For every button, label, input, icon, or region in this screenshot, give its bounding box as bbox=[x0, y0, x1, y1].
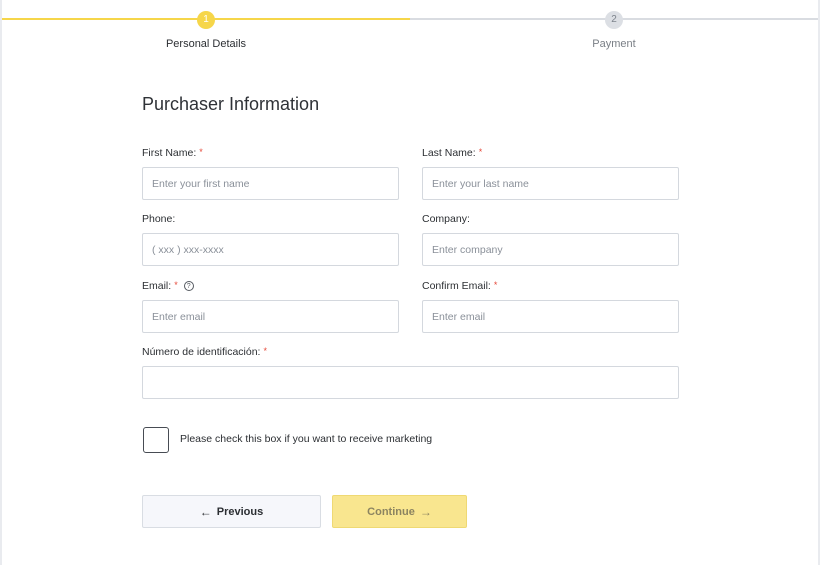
first-name-label-text: First Name: bbox=[142, 147, 197, 159]
arrow-left-icon: ← bbox=[199, 504, 212, 519]
confirm-email-label-text: Confirm Email: bbox=[422, 280, 491, 292]
required-mark: * bbox=[199, 147, 203, 157]
confirm-email-label: Confirm Email: * bbox=[422, 280, 497, 292]
required-mark: * bbox=[493, 280, 498, 290]
marketing-checkbox-label[interactable]: Please check this box if you want to rec… bbox=[180, 433, 432, 445]
required-mark: * bbox=[174, 280, 178, 290]
id-number-input[interactable] bbox=[142, 366, 679, 399]
confirm-email-input[interactable] bbox=[422, 300, 679, 333]
first-name-label: First Name: * bbox=[142, 147, 203, 159]
form-title: Purchaser Information bbox=[142, 94, 320, 114]
arrow-right-icon: → bbox=[419, 504, 432, 519]
email-label: Email: *? bbox=[142, 280, 194, 292]
last-name-input[interactable] bbox=[422, 167, 679, 200]
continue-button-label: Continue bbox=[367, 505, 415, 518]
last-name-label-text: Last Name: bbox=[422, 147, 476, 159]
last-name-label: Last Name: * bbox=[422, 147, 482, 159]
step-1-label[interactable]: Personal Details bbox=[136, 38, 276, 50]
required-mark: * bbox=[478, 147, 483, 157]
phone-label: Phone: bbox=[142, 213, 175, 225]
step-1-indicator[interactable]: 1 bbox=[197, 11, 215, 29]
email-input[interactable] bbox=[142, 300, 399, 333]
marketing-checkbox[interactable] bbox=[143, 427, 169, 453]
phone-label-text: Phone: bbox=[142, 213, 176, 225]
company-input[interactable] bbox=[422, 233, 679, 266]
previous-button-label: Previous bbox=[216, 505, 264, 518]
email-label-text: Email: bbox=[142, 280, 172, 292]
continue-button[interactable]: Continue → bbox=[332, 495, 467, 528]
frame-edge-left bbox=[0, 0, 2, 565]
id-number-label-text: Número de identificación: bbox=[142, 346, 261, 358]
step-2-label[interactable]: Payment bbox=[544, 38, 684, 50]
company-label-text: Company: bbox=[422, 213, 470, 225]
previous-button[interactable]: ← Previous bbox=[142, 495, 321, 528]
question-circle-icon[interactable]: ? bbox=[183, 281, 194, 291]
phone-input[interactable] bbox=[142, 233, 399, 266]
stepper: 1 2 Personal Details Payment bbox=[2, 0, 818, 60]
required-mark: * bbox=[263, 346, 267, 356]
first-name-input[interactable] bbox=[142, 167, 399, 200]
step-2-indicator[interactable]: 2 bbox=[605, 11, 623, 29]
company-label: Company: bbox=[422, 213, 470, 225]
id-number-label: Número de identificación: * bbox=[142, 346, 267, 358]
